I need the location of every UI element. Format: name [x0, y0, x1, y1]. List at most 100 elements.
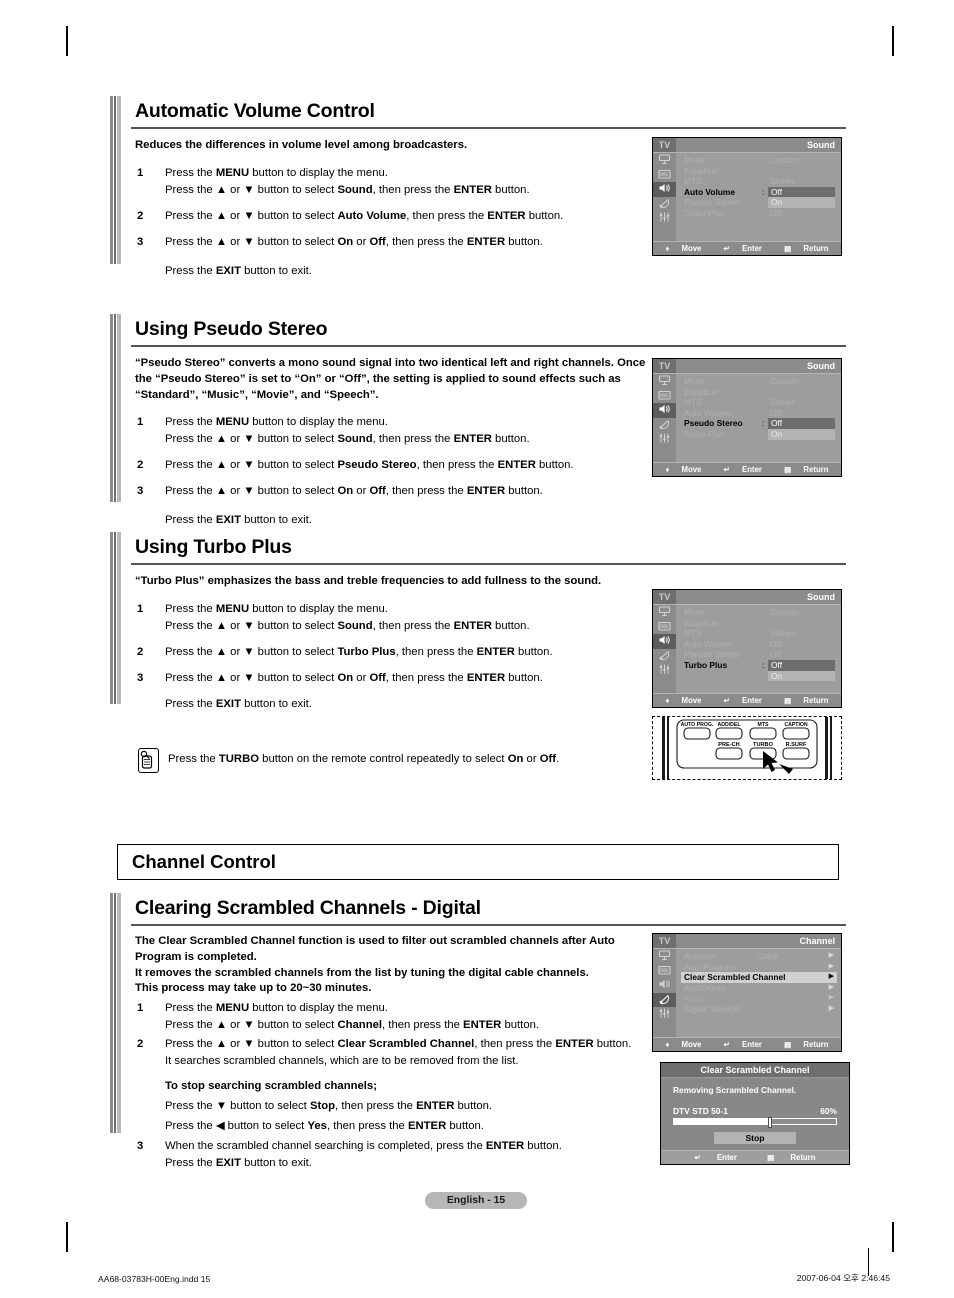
osd-row-label: Clear Scrambled Channel — [684, 972, 786, 983]
setup-sliders-icon[interactable] — [653, 663, 676, 678]
osd-row-equalizer[interactable]: Equalizer — [676, 387, 841, 398]
return-icon: ▤ — [784, 244, 792, 253]
osd-row-mode[interactable]: Mode : Custom — [676, 607, 841, 618]
setup-sliders-icon[interactable] — [653, 211, 676, 226]
osd-row-pseudo-stereo[interactable]: Pseudo Stereo : Off — [676, 649, 841, 660]
osd-row-turbo-plus[interactable]: Turbo Plus : Off — [676, 208, 841, 219]
scrambled-lead-text: The Clear Scrambled Channel function is … — [135, 934, 663, 996]
up-down-arrow-icon: ♦ — [665, 1040, 670, 1049]
setup-sliders-icon[interactable] — [653, 432, 676, 447]
osd-footer: ♦ Move ↵ Enter ▤ Return — [653, 1037, 841, 1051]
pseudo-exit-line: Press the EXIT button to exit. — [165, 513, 312, 526]
osd-item-list: Mode : Custom Equalizer MTS : Stereo Aut… — [676, 376, 841, 440]
dialog-foot-return[interactable]: ▤ Return — [760, 1153, 822, 1162]
osd-value-chip-alt[interactable]: On — [768, 197, 835, 208]
osd-foot-move[interactable]: ♦ Move — [660, 244, 706, 253]
sound-icon[interactable] — [653, 182, 676, 197]
osd-foot-move[interactable]: ♦ Move — [660, 1040, 706, 1049]
page-title-avc: Automatic Volume Control — [135, 100, 375, 122]
osd-foot-enter[interactable]: ↵ Enter — [719, 1040, 767, 1049]
osd-row-signal-strength[interactable]: Signal Strength ▶ — [653, 1004, 841, 1015]
satellite-dish-icon[interactable] — [653, 197, 676, 212]
channel-icon[interactable] — [653, 620, 676, 635]
osd-footer: ♦ Move ↵ Enter ▤ Return — [653, 693, 841, 707]
osd-row-clear-scrambled-channel[interactable]: Clear Scrambled Channel ▶ — [653, 972, 841, 983]
dialog-foot-enter[interactable]: ↵ Enter — [688, 1153, 744, 1162]
osd-foot-move[interactable]: ♦ Move — [660, 696, 706, 705]
osd-foot-enter[interactable]: ↵ Enter — [719, 696, 767, 705]
osd-row-pseudo-stereo[interactable]: Pseudo Stereo : On — [676, 197, 841, 208]
osd-row-turbo-plus-alt[interactable]: On — [676, 670, 841, 682]
osd-row-mts[interactable]: MTS : Stereo — [676, 628, 841, 639]
osd-row-mts[interactable]: MTS : Stereo — [676, 176, 841, 187]
osd-row-mode[interactable]: Mode : Custom — [676, 376, 841, 387]
stop-button[interactable]: Stop — [714, 1132, 796, 1144]
osd-value-chip-alt[interactable]: On — [768, 670, 835, 682]
osd-foot-enter[interactable]: ↵ Enter — [719, 465, 767, 474]
crop-mark-top-right — [892, 26, 894, 56]
osd-row-antenna[interactable]: Antenna : Cable ▶ — [653, 951, 841, 962]
osd-row-add-delete[interactable]: Add/Delete ▶ — [653, 983, 841, 994]
osd-value-chip-selected[interactable]: Off — [768, 418, 835, 429]
step-number: 1 — [137, 416, 144, 429]
svg-text:MTS: MTS — [758, 722, 769, 728]
osd-foot-return[interactable]: ▤ Return — [779, 465, 833, 474]
picture-icon[interactable] — [653, 605, 676, 620]
osd-body: Antenna : Cable ▶ Auto Program ▶ Clear S… — [653, 949, 841, 1037]
tip-note-text: Press the TURBO button on the remote con… — [168, 753, 560, 765]
step-number: 3 — [137, 1140, 144, 1153]
osd-row-mode[interactable]: Mode : Custom — [676, 155, 841, 166]
satellite-dish-icon[interactable] — [653, 418, 676, 433]
remote-control-illustration: AUTO PROG. ADD/DEL MTS CAPTION PRE-CH TU… — [652, 716, 842, 780]
chevron-right-icon: ▶ — [828, 962, 834, 970]
osd-row-equalizer[interactable]: Equalizer — [676, 618, 841, 629]
osd-row-equalizer[interactable]: Equalizer — [676, 166, 841, 177]
osd-foot-return[interactable]: ▤ Return — [779, 696, 833, 705]
channel-icon[interactable] — [653, 389, 676, 404]
osd-item-list: Mode : Custom Equalizer MTS : Stereo Aut… — [676, 607, 841, 682]
step-text: Press the ▲ or ▼ button to select On or … — [165, 671, 543, 684]
chapter-heading-channel-control: Channel Control — [117, 844, 839, 880]
return-icon: ▤ — [784, 696, 792, 705]
tip-note-turbo: Press the TURBO button on the remote con… — [138, 748, 638, 773]
osd-row-colon: : — [762, 197, 765, 208]
osd-row-label: Equalizer — [684, 386, 719, 397]
osd-value-chip-selected[interactable]: Off — [768, 186, 835, 198]
osd-row-turbo-plus[interactable]: Turbo Plus : Off — [676, 659, 841, 671]
step-number: 3 — [137, 484, 144, 497]
osd-foot-move[interactable]: ♦ Move — [660, 465, 706, 474]
osd-row-label: Equalizer — [684, 165, 719, 176]
osd-foot-return[interactable]: ▤ Return — [779, 1040, 833, 1049]
satellite-dish-icon[interactable] — [653, 649, 676, 664]
osd-foot-enter[interactable]: ↵ Enter — [719, 244, 767, 253]
osd-row-value: Off — [770, 407, 782, 418]
osd-row-turbo-plus[interactable]: Turbo Plus : On — [676, 428, 841, 440]
osd-foot-return[interactable]: ▤ Return — [779, 244, 833, 253]
osd-row-value: Stereo — [770, 176, 795, 187]
osd-body: Mode : Custom Equalizer MTS : Stereo Aut… — [653, 374, 841, 462]
osd-row-auto-volume[interactable]: Auto Volume : Off — [676, 408, 841, 419]
osd-row-auto-volume[interactable]: Auto Volume : Off — [676, 639, 841, 650]
step-text: Press the ▲ or ▼ button to select Auto V… — [165, 209, 564, 222]
osd-row-label: Mode — [684, 376, 705, 386]
enter-icon: ↵ — [723, 1040, 730, 1049]
osd-value-chip-selected[interactable]: Off — [768, 659, 835, 671]
osd-row-mts[interactable]: MTS : Stereo — [676, 397, 841, 408]
step-number: 1 — [137, 603, 144, 615]
osd-row-auto-program[interactable]: Auto Program ▶ — [653, 962, 841, 973]
osd-row-colon: : — [762, 428, 765, 439]
osd-row-auto-volume[interactable]: Auto Volume : Off — [676, 186, 841, 198]
imprint-right: 2007-06-04 오후 2:46:45 — [796, 1273, 890, 1283]
channel-icon[interactable] — [653, 168, 676, 183]
turbo-lead-text: “Turbo Plus” emphasizes the bass and tre… — [135, 575, 602, 588]
osd-row-pseudo-stereo[interactable]: Pseudo Stereo : Off — [676, 418, 841, 429]
picture-icon[interactable] — [653, 374, 676, 389]
osd-row-label: Turbo Plus — [684, 428, 725, 439]
avc-lead-text: Reduces the differences in volume level … — [135, 139, 468, 152]
page-title-turbo-plus: Using Turbo Plus — [135, 536, 292, 558]
osd-row-name[interactable]: Name ▶ — [653, 993, 841, 1004]
picture-icon[interactable] — [653, 153, 676, 168]
sound-icon[interactable] — [653, 634, 676, 649]
sound-icon[interactable] — [653, 403, 676, 418]
osd-value-chip-alt[interactable]: On — [768, 428, 835, 440]
